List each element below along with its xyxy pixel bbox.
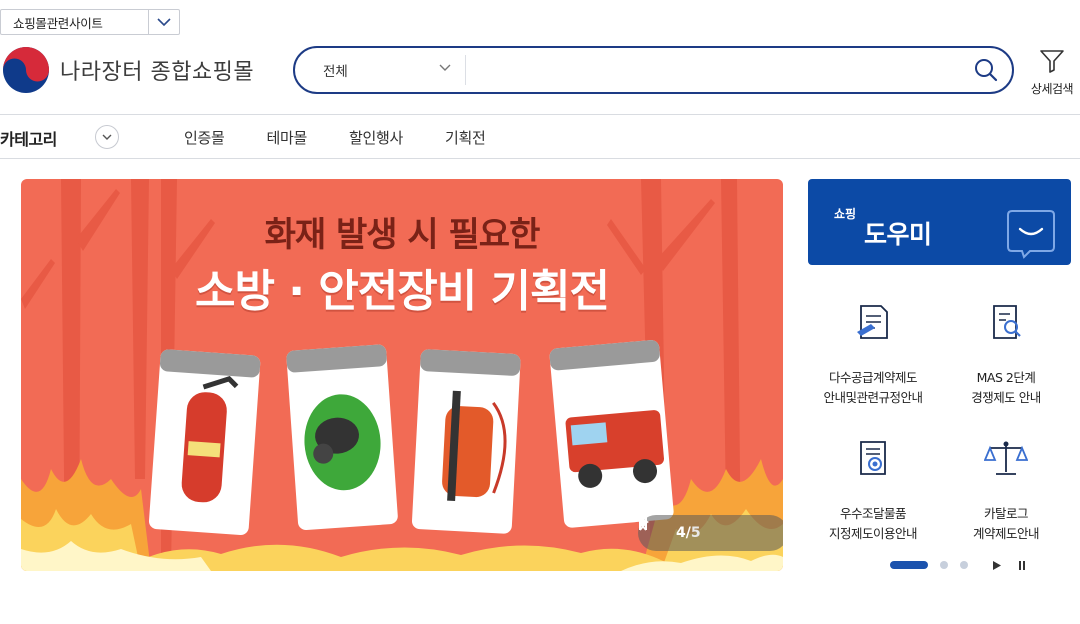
- info-item-catalog-contract[interactable]: 카탈로그계약제도안내: [941, 428, 1071, 544]
- nav-divider-top: [0, 114, 1080, 115]
- play-icon[interactable]: [992, 560, 1002, 571]
- info-item-line2: 경쟁제도 안내: [971, 390, 1041, 405]
- nav-divider-bottom: [0, 158, 1080, 159]
- info-item-excellent-product[interactable]: 우수조달물품지정제도이용안내: [808, 428, 938, 544]
- info-item-mas-contract[interactable]: 다수공급계약제도안내및관련규정안내: [808, 292, 938, 408]
- banner-headline-large: 소방 · 안전장비 기획전: [195, 266, 610, 317]
- chevron-down-icon: [439, 64, 451, 71]
- banner-current-slide: 4: [676, 525, 686, 541]
- pager-dot-active[interactable]: [890, 561, 928, 569]
- chevron-down-icon[interactable]: [148, 10, 179, 34]
- banner-play-button[interactable]: [639, 516, 750, 543]
- site-title: 나라장터 종합쇼핑몰: [60, 60, 255, 85]
- pause-icon: [639, 516, 647, 530]
- search-input[interactable]: [466, 48, 960, 92]
- info-item-line2: 안내및관련규정안내: [823, 390, 923, 405]
- contract-document-icon: [857, 305, 888, 339]
- search-button[interactable]: [960, 48, 1012, 92]
- related-site-label: 쇼핑몰관련사이트: [13, 15, 103, 31]
- shopping-helper-panel[interactable]: 쇼핑 도우미: [808, 179, 1071, 265]
- nav-item-theme-mall[interactable]: 테마몰: [267, 127, 308, 148]
- nav-item-certified-mall[interactable]: 인증몰: [184, 127, 225, 148]
- filter-icon: [1040, 50, 1064, 73]
- banner-next-button[interactable]: [639, 515, 725, 543]
- info-item-line1: 우수조달물품: [839, 506, 907, 521]
- banner-prev-button[interactable]: [638, 515, 669, 543]
- banner-slide-controls: 4/5: [638, 515, 783, 551]
- site-logo[interactable]: 나라장터 종합쇼핑몰: [2, 46, 254, 94]
- search-scope-select[interactable]: 전체: [295, 48, 465, 92]
- search-icon: [975, 59, 998, 82]
- main-nav: 인증몰 테마몰 할인행사 기획전: [184, 127, 528, 148]
- info-item-line2: 계약제도안내: [972, 526, 1040, 541]
- banner-headline-small: 화재 발생 시 필요한: [264, 215, 541, 255]
- banner-pause-button[interactable]: [639, 516, 775, 543]
- banner-slide-counter: 4/5: [676, 525, 701, 541]
- pager-dot[interactable]: [940, 561, 948, 569]
- chat-bubble-icon: [1007, 210, 1055, 259]
- search-bar: 전체: [293, 46, 1014, 94]
- pause-icon[interactable]: [1018, 560, 1026, 571]
- info-item-line1: 카탈로그: [983, 506, 1029, 521]
- info-item-line1: MAS 2단계: [976, 370, 1036, 385]
- helper-pager: [890, 558, 1040, 574]
- search-scope-label: 전체: [323, 64, 348, 80]
- document-search-icon: [993, 305, 1021, 339]
- detail-search-button[interactable]: 상세검색: [1024, 48, 1080, 97]
- helper-subtitle: 쇼핑: [834, 207, 857, 221]
- certificate-icon: [860, 441, 886, 475]
- info-item-mas-stage2[interactable]: MAS 2단계경쟁제도 안내: [941, 292, 1071, 408]
- banner-total-slides: 5: [690, 525, 701, 541]
- category-toggle-button[interactable]: [95, 125, 119, 149]
- promo-banner[interactable]: 화재 발생 시 필요한 소방 · 안전장비 기획전 4/5: [21, 179, 783, 571]
- info-item-line1: 다수공급계약제도: [828, 370, 918, 385]
- scale-icon: [984, 441, 1028, 475]
- taegeuk-emblem-icon: [3, 47, 49, 93]
- nav-item-discount-event[interactable]: 할인행사: [349, 127, 403, 148]
- detail-search-label: 상세검색: [1030, 82, 1074, 96]
- related-site-select[interactable]: 쇼핑몰관련사이트: [0, 9, 180, 35]
- helper-title: 도우미: [864, 220, 932, 249]
- pager-dot[interactable]: [960, 561, 968, 569]
- nav-item-exhibition[interactable]: 기획전: [445, 127, 486, 148]
- category-label[interactable]: 카테고리: [0, 126, 57, 150]
- chevron-down-icon: [102, 134, 112, 140]
- info-item-line2: 지정제도이용안내: [828, 526, 918, 541]
